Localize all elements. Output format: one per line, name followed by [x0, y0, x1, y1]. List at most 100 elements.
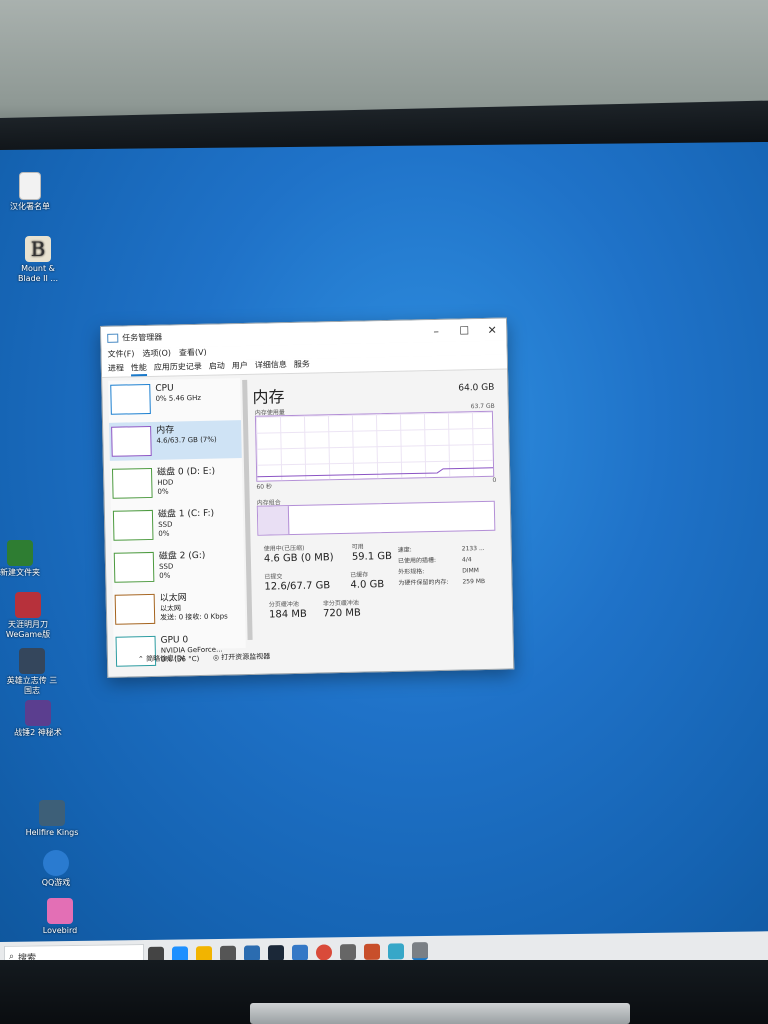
task-manager-window[interactable]: 任务管理器 – ☐ ✕ 文件(F) 选项(O) 查看(V) 进程 性能 应用历史…: [100, 317, 515, 678]
tab-users[interactable]: 用户: [232, 360, 248, 374]
memory-properties: 速度: 2133 ... 已使用的插槽: 4/4 外形规格: DIMM 为硬件保留的内…: [398, 543, 499, 589]
tab-startup[interactable]: 启动: [209, 360, 225, 374]
desktop-icon-hellfire[interactable]: Hellfire Kings: [24, 800, 80, 838]
chrome-icon[interactable]: [316, 944, 332, 961]
monitor-stand: [250, 1003, 630, 1024]
media-icon[interactable]: [292, 944, 308, 961]
stat-value: 4.0 GB: [350, 579, 385, 591]
document-icon: [19, 172, 41, 200]
desktop-icon-label: 汉化署名单: [10, 202, 50, 211]
monitor-icon[interactable]: [412, 942, 428, 961]
resource-item-memory[interactable]: 内存 4.6/63.7 GB (7%): [109, 420, 242, 461]
resource-detail: 0% 5.46 GHz: [155, 393, 202, 403]
settings-icon[interactable]: [340, 944, 356, 961]
desktop-icon-wegame[interactable]: 天涯明月刀 WeGame版: [0, 592, 56, 640]
resource-name: 磁盘 2 (G:): [158, 550, 206, 562]
menu-view[interactable]: 查看(V): [179, 347, 207, 362]
desktop-icon-warhammer[interactable]: 战锤2 神秘术: [10, 700, 66, 738]
prop-value: DIMM: [462, 567, 480, 575]
stat-value: 720 MB: [322, 607, 361, 620]
desktop-icon-lovebird[interactable]: Lovebird: [32, 898, 88, 936]
open-resource-monitor-link[interactable]: ◎ 打开资源监视器: [213, 651, 285, 662]
window-title: 任务管理器: [122, 332, 163, 343]
minimize-button[interactable]: –: [422, 324, 450, 338]
memory-detail-panel: 内存 64.0 GB 内存使用量 63.7 GB 60 秒 0 内存组合 使用中…: [252, 373, 506, 648]
prop-value: 2133 ...: [461, 544, 485, 553]
desktop-icon-qq[interactable]: QQ游戏: [28, 850, 84, 888]
fewer-details-link[interactable]: ⌃ 简略信息(D): [138, 653, 199, 664]
stat-value: 59.1 GB: [351, 550, 393, 563]
bannerlord-icon: B: [25, 236, 51, 262]
desktop-icon-label: 天涯明月刀 WeGame版: [5, 620, 51, 639]
stat-cached: 已缓存 4.0 GB: [350, 569, 385, 591]
task-manager-icon: [107, 333, 119, 343]
resource-item-disk1[interactable]: 磁盘 1 (C: F:) SSD 0%: [111, 504, 244, 545]
desktop-icon-label: Mount & Blade II ...: [17, 264, 59, 283]
memory-graph-thumbnail: [111, 425, 152, 457]
game-icon: [25, 700, 51, 726]
stat-available: 可用 59.1 GB: [352, 541, 392, 563]
app-icon[interactable]: [364, 943, 380, 960]
graph-axis-right: 0: [492, 476, 497, 484]
stat-label: 非分页缓冲池: [322, 599, 359, 608]
app2-icon[interactable]: [388, 943, 404, 960]
desktop-icon-label: Hellfire Kings: [25, 828, 79, 837]
resource-list: CPU 0% 5.46 GHz 内存 4.6/63.7 GB (7%) 磁盘 0…: [108, 378, 246, 667]
resource-item-gpu[interactable]: GPU 0 NVIDIA GeForce... 0% (36 °C): [113, 630, 246, 671]
resource-name: 磁盘 0 (D: E:): [156, 466, 216, 478]
game-icon: [39, 800, 65, 826]
stat-committed: 已提交 12.6/67.7 GB: [264, 570, 330, 592]
stat-value: 4.6 GB (0 MB): [263, 552, 334, 565]
folder-icon: [7, 540, 33, 566]
resource-detail: 0%: [159, 571, 171, 580]
memory-usage-graph: [254, 410, 495, 482]
desktop-icon-label: 战锤2 神秘术: [14, 728, 62, 737]
resource-detail: 4.6/63.7 GB (7%): [156, 435, 217, 445]
usage-graph-max: 63.7 GB: [470, 402, 495, 411]
menu-file[interactable]: 文件(F): [107, 348, 135, 363]
tab-services[interactable]: 服务: [294, 359, 310, 373]
resource-item-ethernet[interactable]: 以太网 以太网 发送: 0 接收: 0 Kbps: [113, 588, 246, 629]
graph-axis-left: 60 秒: [256, 483, 273, 491]
disk-graph-thumbnail: [112, 509, 154, 541]
stat-label: 可用: [351, 543, 364, 551]
menu-options[interactable]: 选项(O): [142, 348, 171, 363]
tab-app-history[interactable]: 应用历史记录: [154, 361, 202, 376]
resource-name: 磁盘 1 (C: F:): [157, 508, 215, 520]
resource-detail: 0%: [158, 529, 170, 538]
tab-details[interactable]: 详细信息: [255, 359, 287, 374]
memory-total: 64.0 GB: [458, 382, 495, 394]
desktop-icon-label: Lovebird: [42, 926, 78, 935]
panel-title: 内存: [252, 387, 285, 407]
resource-detail: 0%: [157, 487, 169, 496]
steam-icon[interactable]: [268, 945, 284, 962]
stat-value: 12.6/67.7 GB: [264, 580, 331, 593]
memory-composition-bar: [256, 500, 496, 536]
prop-value: 4/4: [461, 556, 472, 564]
resource-item-disk0[interactable]: 磁盘 0 (D: E:) HDD 0%: [110, 462, 243, 503]
resource-item-disk2[interactable]: 磁盘 2 (G:) SSD 0%: [112, 546, 245, 587]
desktop-icon-label: 新建文件夹: [0, 568, 40, 577]
stat-nonpaged-pool: 非分页缓冲池 720 MB: [323, 598, 361, 620]
stat-paged-pool: 分页缓冲池 184 MB: [269, 599, 307, 621]
desktop-icon-bannerlord[interactable]: B Mount & Blade II ...: [10, 236, 66, 284]
cpu-graph-thumbnail: [110, 383, 151, 415]
maximize-button[interactable]: ☐: [450, 324, 478, 338]
desktop-icon-label: QQ游戏: [41, 878, 71, 887]
desktop-icon-folder[interactable]: 新建文件夹: [0, 540, 48, 578]
tab-processes[interactable]: 进程: [108, 363, 124, 377]
prop-label: 为硬件保留的内存:: [398, 578, 449, 587]
game-icon: [19, 648, 45, 674]
tab-performance[interactable]: 性能: [130, 362, 148, 377]
desktop-icon-credits[interactable]: 汉化署名单: [2, 172, 58, 212]
game-icon: [15, 592, 41, 618]
stat-label: 分页缓冲池: [268, 600, 299, 609]
disk-graph-thumbnail: [113, 551, 155, 583]
qq-icon: [43, 850, 69, 876]
close-button[interactable]: ✕: [478, 323, 506, 337]
network-graph-thumbnail: [114, 593, 156, 625]
window-footer: ⌃ 简略信息(D) ◎ 打开资源监视器: [138, 651, 298, 664]
stat-in-use: 使用中(已压缩) 4.6 GB (0 MB): [263, 542, 334, 565]
desktop-icon-heroes[interactable]: 英雄立志传 三国志: [4, 648, 60, 696]
resource-item-cpu[interactable]: CPU 0% 5.46 GHz: [108, 378, 241, 419]
